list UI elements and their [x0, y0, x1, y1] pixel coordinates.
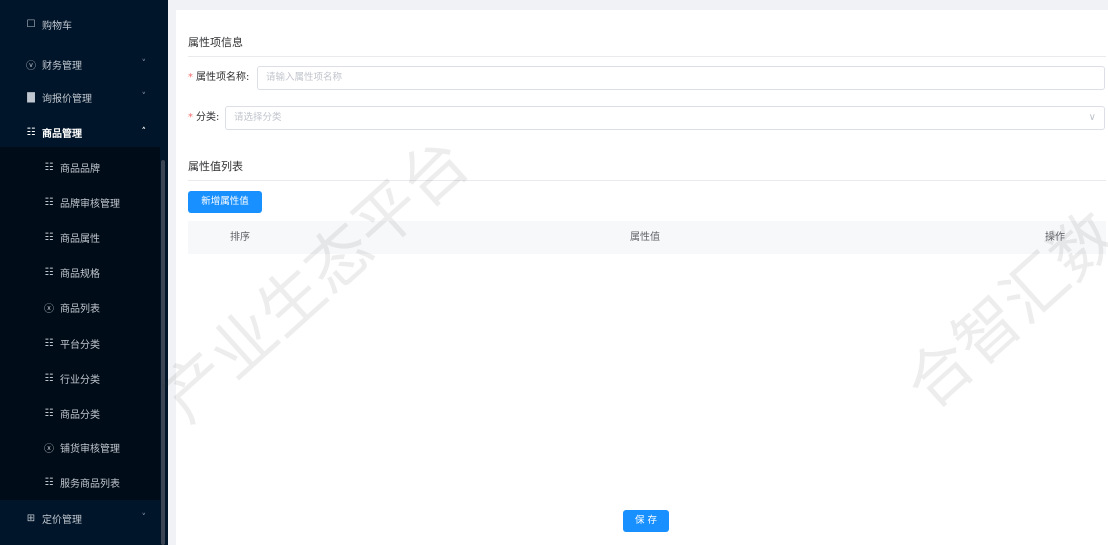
sidebar-subitem-brand[interactable]: ☷ 商品品牌 [0, 150, 160, 184]
sidebar-item-product-management[interactable]: ☷ 商品管理 ˄ [0, 115, 160, 149]
sidebar-scrollbar[interactable] [161, 160, 165, 545]
column-header-order: 排序 [230, 232, 250, 243]
sidebar-item-label: 定价管理 [42, 514, 82, 526]
sidebar-item-label: 商品属性 [60, 233, 100, 245]
attribute-name-input[interactable]: 请输入属性项名称 [257, 66, 1105, 90]
sidebar-item-label: 商品品牌 [60, 163, 100, 175]
grid-icon: ☷ [44, 407, 54, 419]
finance-icon: ⓥ [26, 60, 36, 72]
sidebar-subitem-specs[interactable]: ☷ 商品规格 [0, 255, 160, 289]
column-header-value: 属性值 [630, 232, 660, 243]
sidebar-subitem-platform-category[interactable]: ☷ 平台分类 [0, 326, 160, 360]
attribute-name-label-text: 属性项名称: [196, 72, 250, 83]
sidebar-item-label: 商品分类 [60, 409, 100, 421]
divider [188, 180, 1106, 181]
sidebar-subitem-distribution-review[interactable]: ⓧ 铺货审核管理 [0, 430, 160, 464]
sidebar-item-label: 财务管理 [42, 60, 82, 72]
section-title-attribute-values: 属性值列表 [188, 160, 243, 173]
grid-icon: ☷ [44, 337, 54, 349]
sidebar-item-finance[interactable]: ⓥ 财务管理 ˅ [0, 47, 160, 81]
main-card: 属性项信息 * 属性项名称: 请输入属性项名称 * 分类: 请选择分类 ∨ 属性值列… [176, 10, 1108, 545]
chevron-down-icon: ˅ [141, 59, 147, 69]
chevron-up-icon: ˄ [141, 127, 147, 137]
sidebar-subitem-service-products[interactable]: ☷ 服务商品列表 [0, 465, 160, 499]
add-attribute-value-button[interactable]: 新增属性值 [188, 191, 262, 213]
grid-icon: ☷ [44, 266, 54, 278]
column-header-actions: 操作 [1045, 232, 1065, 243]
table-icon: ⊞ [26, 512, 36, 524]
sidebar-item-label: 服务商品列表 [60, 478, 120, 490]
sidebar-subitem-attributes[interactable]: ☷ 商品属性 [0, 220, 160, 254]
grid-icon: ☷ [44, 231, 54, 243]
sidebar-item-label: 商品规格 [60, 268, 100, 280]
sidebar-subitem-product-category[interactable]: ☷ 商品分类 [0, 396, 160, 430]
chevron-down-icon: ∨ [1088, 112, 1096, 123]
sidebar-item-label: 品牌审核管理 [60, 198, 120, 210]
category-label: * 分类: [188, 106, 219, 130]
sidebar-item-cart[interactable]: ☐ 购物车 [0, 7, 160, 41]
chart-icon: ▇ [27, 91, 35, 103]
chevron-down-icon: ˅ [141, 513, 147, 523]
sidebar-item-label: 平台分类 [60, 339, 100, 351]
grid-icon: ☷ [44, 476, 54, 488]
attribute-values-table-header: 排序 属性值 操作 [188, 221, 1106, 254]
required-mark: * [188, 72, 193, 83]
help-circle-icon: ⓧ [44, 443, 54, 455]
sidebar-item-inquiry[interactable]: ▇ 询报价管理 ˅ [0, 80, 160, 114]
category-select[interactable]: 请选择分类 ∨ [225, 106, 1105, 130]
section-title-attribute-info: 属性项信息 [188, 36, 243, 49]
grid-icon: ☷ [44, 372, 54, 384]
help-circle-icon: ⓧ [44, 303, 54, 315]
sidebar: ☐ 购物车 ⓥ 财务管理 ˅ ▇ 询报价管理 ˅ ☷ 商品管理 ˄ ☷ 商品品牌… [0, 0, 168, 545]
sidebar-item-label: 商品列表 [60, 303, 100, 315]
sidebar-item-pricing[interactable]: ⊞ 定价管理 ˅ [0, 501, 160, 535]
category-label-text: 分类: [196, 112, 220, 123]
grid-icon: ☷ [26, 126, 36, 138]
chevron-down-icon: ˅ [141, 92, 147, 102]
save-button[interactable]: 保 存 [623, 510, 669, 532]
sidebar-item-label: 商品管理 [42, 128, 82, 140]
sidebar-item-label: 购物车 [42, 20, 72, 32]
sidebar-subitem-product-list[interactable]: ⓧ 商品列表 [0, 290, 160, 324]
category-select-placeholder: 请选择分类 [234, 112, 282, 123]
cart-icon: ☐ [26, 18, 36, 30]
required-mark: * [188, 112, 193, 123]
sidebar-subitem-industry-category[interactable]: ☷ 行业分类 [0, 361, 160, 395]
sidebar-item-label: 询报价管理 [42, 93, 92, 105]
grid-icon: ☷ [44, 196, 54, 208]
attribute-name-label: * 属性项名称: [188, 66, 249, 90]
sidebar-subitem-brand-review[interactable]: ☷ 品牌审核管理 [0, 185, 160, 219]
grid-icon: ☷ [44, 161, 54, 173]
sidebar-item-label: 行业分类 [60, 374, 100, 386]
sidebar-item-label: 铺货审核管理 [60, 443, 120, 455]
divider [188, 56, 1106, 57]
